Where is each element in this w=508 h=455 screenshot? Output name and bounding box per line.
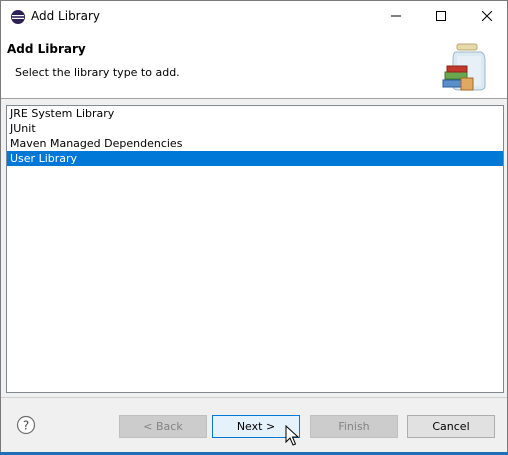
eclipse-icon [11, 10, 25, 24]
close-button[interactable] [467, 1, 507, 31]
maximize-button[interactable] [421, 1, 461, 31]
window-title: Add Library [31, 9, 101, 23]
svg-text:?: ? [23, 419, 29, 433]
dialog-header: Add Library Select the library type to a… [1, 31, 507, 99]
help-icon[interactable]: ? [16, 415, 36, 435]
minimize-icon [391, 15, 401, 17]
cancel-button[interactable]: Cancel [407, 415, 495, 438]
page-description: Select the library type to add. [15, 66, 180, 79]
footer-divider [1, 397, 507, 398]
back-button[interactable]: < Back [119, 415, 207, 438]
list-item[interactable]: Maven Managed Dependencies [7, 136, 503, 151]
library-type-list[interactable]: JRE System Library JUnit Maven Managed Dep… [6, 105, 504, 393]
page-title: Add Library [7, 42, 86, 56]
finish-button[interactable]: Finish [310, 415, 398, 438]
list-item[interactable]: JRE System Library [7, 106, 503, 121]
library-jar-icon [442, 43, 486, 91]
minimize-button[interactable] [376, 1, 416, 31]
list-item[interactable]: User Library [7, 151, 503, 166]
add-library-dialog: Add Library Add Library Select the libra… [0, 0, 508, 455]
title-bar[interactable]: Add Library [1, 1, 507, 31]
mouse-cursor-icon [285, 425, 299, 446]
close-icon [482, 11, 492, 21]
maximize-icon [436, 11, 446, 21]
list-item[interactable]: JUnit [7, 121, 503, 136]
